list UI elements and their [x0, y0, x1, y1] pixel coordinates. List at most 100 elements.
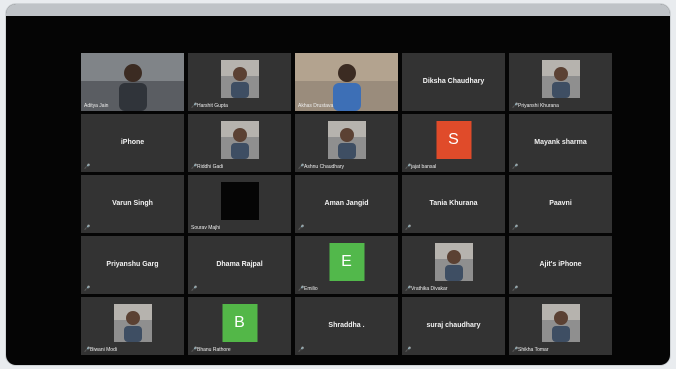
participant-tile[interactable]: Aditya Jain — [81, 53, 184, 111]
muted-mic-icon: 🎤 — [405, 225, 412, 231]
participant-label-text: Akhas Drustava — [298, 103, 334, 109]
muted-mic-icon: 🎤 — [512, 225, 519, 231]
participant-photo — [541, 304, 580, 342]
participant-grid: Aditya Jain 🎤Harshit Gupta Akhas Drustav… — [81, 53, 612, 355]
participant-name-label: 🎤Shikha Tomar — [512, 347, 548, 353]
participant-name-label: 🎤Ashnu Chaudhary — [298, 164, 344, 170]
participant-avatar-initial: E — [329, 243, 364, 281]
participant-tile[interactable]: S 🎤jajat bansal — [402, 114, 505, 172]
muted-mic-icon: 🎤 — [298, 286, 305, 292]
muted-mic-icon: 🎤 — [191, 347, 198, 353]
participant-name-label: Akhas Drustava — [298, 103, 333, 109]
participant-tile[interactable]: Dhama Rajpal 🎤 — [188, 236, 291, 294]
participant-tile[interactable]: 🎤Ashnu Chaudhary — [295, 114, 398, 172]
participant-center-name: Priyanshu Garg — [106, 261, 159, 269]
participant-photo — [541, 60, 580, 98]
muted-mic-icon: 🎤 — [84, 286, 91, 292]
participant-tile[interactable]: 🎤Shikha Tomar — [509, 297, 612, 355]
participant-tile[interactable]: iPhone 🎤 — [81, 114, 184, 172]
participant-label-text: Sourav Majhi — [191, 225, 221, 231]
participant-name-label: 🎤 — [405, 347, 411, 353]
participant-tile[interactable]: Ajit's iPhone 🎤 — [509, 236, 612, 294]
participant-label-text: Priyanshi Khurana — [518, 103, 559, 109]
muted-mic-icon: 🎤 — [191, 164, 198, 170]
participant-center-name: Mayank sharma — [534, 139, 587, 147]
participant-photo — [434, 243, 473, 281]
participant-name-label: 🎤 — [84, 164, 90, 170]
participant-photo — [220, 60, 259, 98]
participant-name-label: 🎤 — [405, 225, 411, 231]
participant-center-name: Aman Jangid — [324, 200, 369, 208]
participant-name-label: 🎤jajat bansal — [405, 164, 436, 170]
muted-mic-icon: 🎤 — [512, 164, 519, 170]
participant-name-label: 🎤 — [191, 286, 197, 292]
participant-name-label: 🎤 — [512, 286, 518, 292]
participant-label-text: Shikha Tomar — [518, 347, 549, 353]
participant-name-label: Sourav Majhi — [191, 225, 220, 231]
participant-tile[interactable]: 🎤Harshit Gupta — [188, 53, 291, 111]
participant-tile[interactable]: 🎤Vrathika Divakar — [402, 236, 505, 294]
muted-mic-icon: 🎤 — [405, 164, 412, 170]
participant-label-text: Bhanu Rathore — [197, 347, 231, 353]
participant-name-label: 🎤 — [512, 164, 518, 170]
muted-mic-icon: 🎤 — [405, 286, 412, 292]
participant-name-label: 🎤Priyanshi Khurana — [512, 103, 559, 109]
participant-center-name: Ajit's iPhone — [539, 261, 582, 269]
participant-name-label: 🎤Vrathika Divakar — [405, 286, 448, 292]
muted-mic-icon: 🎤 — [512, 286, 519, 292]
participant-name-label: 🎤Riddhi Gadi — [191, 164, 223, 170]
participant-label-text: jajat bansal — [411, 164, 437, 170]
participant-tile[interactable]: Shraddha . 🎤 — [295, 297, 398, 355]
participant-center-name: suraj chaudhary — [426, 322, 481, 330]
participant-center-name: Shraddha . — [328, 322, 365, 330]
participant-avatar-initial: B — [222, 304, 257, 342]
participant-tile[interactable]: suraj chaudhary 🎤 — [402, 297, 505, 355]
participant-name-label: 🎤 — [298, 225, 304, 231]
participant-center-name: Paavni — [549, 200, 572, 208]
participant-name-label: 🎤 — [84, 225, 90, 231]
participant-label-text: Harshit Gupta — [197, 103, 228, 109]
muted-mic-icon: 🎤 — [84, 225, 91, 231]
muted-mic-icon: 🎤 — [298, 225, 305, 231]
participant-tile[interactable]: 🎤Riddhi Gadi — [188, 114, 291, 172]
participant-photo — [327, 121, 366, 159]
participant-tile[interactable]: 🎤Biwani Modi — [81, 297, 184, 355]
participant-tile[interactable]: B 🎤Bhanu Rathore — [188, 297, 291, 355]
participant-tile[interactable]: Sourav Majhi — [188, 175, 291, 233]
muted-mic-icon: 🎤 — [298, 164, 305, 170]
participant-tile[interactable]: Varun Singh 🎤 — [81, 175, 184, 233]
participant-center-name: Dhama Rajpal — [216, 261, 263, 269]
muted-mic-icon: 🎤 — [191, 103, 198, 109]
participant-tile[interactable]: Aman Jangid 🎤 — [295, 175, 398, 233]
participant-label-text: Vrathika Divakar — [411, 286, 448, 292]
participant-center-name: iPhone — [120, 139, 145, 147]
participant-name-label: 🎤Biwani Modi — [84, 347, 117, 353]
participant-tile[interactable]: Tania Khurana 🎤 — [402, 175, 505, 233]
muted-mic-icon: 🎤 — [405, 347, 412, 353]
participant-center-name: Tania Khurana — [429, 200, 478, 208]
muted-mic-icon: 🎤 — [512, 347, 519, 353]
participant-name-label: 🎤 — [84, 286, 90, 292]
muted-mic-icon: 🎤 — [191, 286, 198, 292]
participant-name-label: 🎤Harshit Gupta — [191, 103, 228, 109]
participant-tile[interactable]: Akhas Drustava — [295, 53, 398, 111]
participant-label-text: Riddhi Gadi — [197, 164, 224, 170]
participant-name-label: 🎤 — [512, 225, 518, 231]
muted-mic-icon: 🎤 — [298, 347, 305, 353]
participant-tile[interactable]: Diksha Chaudhary — [402, 53, 505, 111]
muted-mic-icon: 🎤 — [84, 164, 91, 170]
participant-photo — [220, 121, 259, 159]
participant-name-label: Aditya Jain — [84, 103, 108, 109]
participant-name-label: 🎤 — [298, 347, 304, 353]
participant-name-label: 🎤Bhanu Rathore — [191, 347, 231, 353]
participant-photo — [113, 304, 152, 342]
muted-mic-icon: 🎤 — [512, 103, 519, 109]
participant-avatar-initial: S — [436, 121, 471, 159]
participant-label-text: Ashnu Chaudhary — [304, 164, 345, 170]
participant-tile[interactable]: E 🎤Emilio — [295, 236, 398, 294]
participant-tile[interactable]: Paavni 🎤 — [509, 175, 612, 233]
participant-label-text: Emilio — [304, 286, 318, 292]
participant-tile[interactable]: 🎤Priyanshi Khurana — [509, 53, 612, 111]
participant-tile[interactable]: Mayank sharma 🎤 — [509, 114, 612, 172]
participant-tile[interactable]: Priyanshu Garg 🎤 — [81, 236, 184, 294]
